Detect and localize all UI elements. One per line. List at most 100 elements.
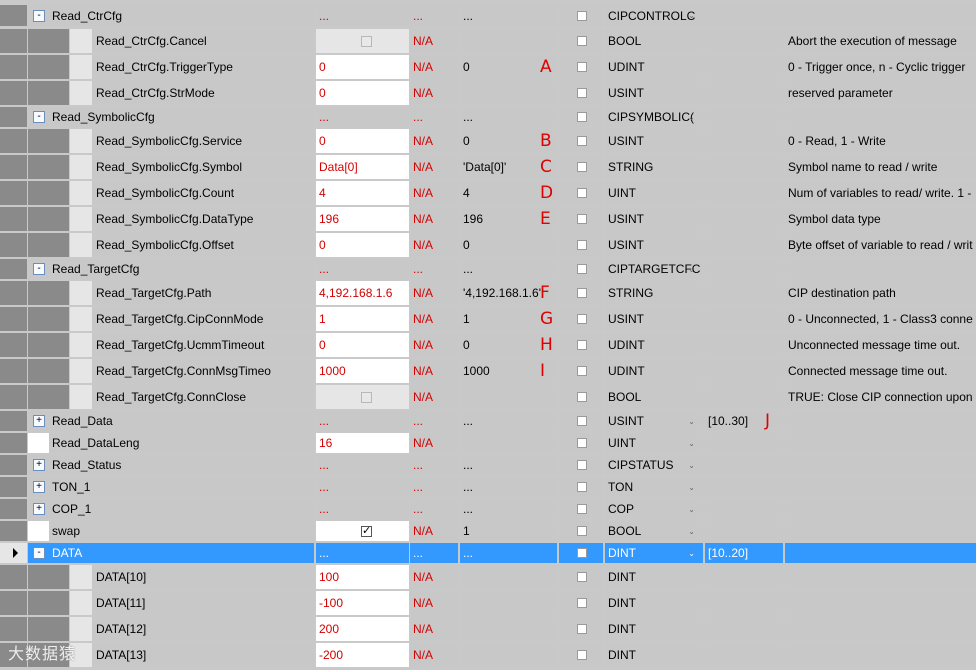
row-selector[interactable]: [0, 333, 27, 357]
row-selector[interactable]: [0, 55, 27, 79]
chevron-down-icon[interactable]: ⌄: [688, 265, 695, 274]
table-row[interactable]: Read_TargetCfg.UcmmTimeout 0 N/A 0 H UDINT Unc…: [0, 333, 976, 358]
datatype-cell[interactable]: USINT ⌄: [605, 411, 703, 431]
constant-cell[interactable]: [559, 55, 603, 79]
row-selector[interactable]: [0, 5, 27, 26]
value-cell[interactable]: -200: [316, 643, 409, 667]
dimension-cell[interactable]: [705, 499, 783, 519]
constant-cell[interactable]: [559, 643, 603, 667]
constant-cell[interactable]: [559, 565, 603, 589]
constant-checkbox[interactable]: [577, 136, 587, 146]
start-value-cell[interactable]: ...: [460, 5, 557, 26]
constant-cell[interactable]: [559, 333, 603, 357]
table-row[interactable]: Read_DataLeng 16 N/A UINT ⌄: [0, 433, 976, 454]
constant-checkbox[interactable]: [577, 162, 587, 172]
row-selector[interactable]: [0, 259, 27, 279]
row-selector[interactable]: [0, 359, 27, 383]
row-selector[interactable]: [0, 181, 27, 205]
table-row[interactable]: Read_SymbolicCfg.Count 4 N/A 4 D UINT Num of v…: [0, 181, 976, 206]
dimension-cell[interactable]: [705, 643, 783, 667]
datatype-cell[interactable]: BOOL: [605, 385, 703, 409]
expander-cell[interactable]: -: [28, 259, 49, 279]
description-cell[interactable]: [785, 543, 976, 563]
constant-checkbox[interactable]: [577, 314, 587, 324]
dimension-cell[interactable]: [705, 259, 783, 279]
dimension-cell[interactable]: [705, 521, 783, 541]
start-value-cell[interactable]: [460, 643, 557, 667]
dimension-cell[interactable]: [705, 107, 783, 127]
dimension-cell[interactable]: [705, 359, 783, 383]
description-cell[interactable]: [785, 455, 976, 475]
expander-cell[interactable]: +: [28, 411, 49, 431]
value-cell[interactable]: 16: [316, 433, 409, 453]
start-value-cell[interactable]: ...: [460, 259, 557, 279]
description-cell[interactable]: [785, 499, 976, 519]
expand-toggle-icon[interactable]: +: [33, 481, 45, 493]
table-row[interactable]: Read_SymbolicCfg.Offset 0 N/A 0 USINT Byte of…: [0, 233, 976, 258]
row-selector[interactable]: [0, 565, 27, 589]
datatype-cell[interactable]: STRING: [605, 155, 703, 179]
description-cell[interactable]: [785, 107, 976, 127]
dimension-cell[interactable]: [705, 81, 783, 105]
constant-cell[interactable]: [559, 307, 603, 331]
dimension-cell[interactable]: [705, 181, 783, 205]
datatype-cell[interactable]: USINT: [605, 129, 703, 153]
chevron-down-icon[interactable]: ⌄: [688, 527, 695, 536]
constant-checkbox[interactable]: [577, 392, 587, 402]
constant-checkbox[interactable]: [577, 572, 587, 582]
expand-toggle-icon[interactable]: -: [33, 547, 45, 559]
dimension-cell[interactable]: [705, 155, 783, 179]
chevron-down-icon[interactable]: ⌄: [688, 113, 695, 122]
constant-checkbox[interactable]: [577, 88, 587, 98]
start-value-cell[interactable]: [460, 565, 557, 589]
constant-checkbox[interactable]: [577, 240, 587, 250]
constant-cell[interactable]: [559, 617, 603, 641]
description-cell[interactable]: 0 - Trigger once, n - Cyclic trigger: [785, 55, 976, 79]
table-row[interactable]: Read_SymbolicCfg.Service 0 N/A 0 B USINT 0 - R…: [0, 129, 976, 154]
table-row[interactable]: Read_CtrCfg.Cancel N/A BOOL Abort the execu…: [0, 29, 976, 54]
constant-cell[interactable]: [559, 433, 603, 453]
datatype-cell[interactable]: BOOL: [605, 29, 703, 53]
start-value-cell[interactable]: 1: [460, 521, 557, 541]
value-cell[interactable]: 4,192.168.1.6: [316, 281, 409, 305]
datatype-cell[interactable]: DINT ⌄: [605, 543, 703, 563]
dimension-cell[interactable]: [705, 55, 783, 79]
value-cell[interactable]: ...: [316, 411, 409, 431]
dimension-cell[interactable]: [10..30] J: [705, 411, 783, 431]
table-row[interactable]: DATA[11] -100 N/A DINT: [0, 591, 976, 616]
row-selector[interactable]: [0, 155, 27, 179]
constant-cell[interactable]: [559, 591, 603, 615]
constant-checkbox[interactable]: [577, 36, 587, 46]
value-cell[interactable]: ...: [316, 5, 409, 26]
dimension-cell[interactable]: [705, 591, 783, 615]
description-cell[interactable]: [785, 591, 976, 615]
row-selector[interactable]: [0, 281, 27, 305]
dimension-cell[interactable]: [705, 307, 783, 331]
value-cell[interactable]: 0: [316, 333, 409, 357]
table-row[interactable]: Read_TargetCfg.ConnMsgTimeo 1000 N/A 1000 I U…: [0, 359, 976, 384]
dimension-cell[interactable]: [705, 129, 783, 153]
datatype-cell[interactable]: DINT: [605, 565, 703, 589]
constant-checkbox[interactable]: [577, 548, 587, 558]
datatype-cell[interactable]: DINT: [605, 591, 703, 615]
table-row[interactable]: Read_CtrCfg.TriggerType 0 N/A 0 A UDINT 0 - Tr…: [0, 55, 976, 80]
constant-cell[interactable]: [559, 385, 603, 409]
constant-checkbox[interactable]: [577, 366, 587, 376]
value-cell[interactable]: -100: [316, 591, 409, 615]
table-row[interactable]: + COP_1......... COP ⌄: [0, 499, 976, 520]
description-cell[interactable]: [785, 259, 976, 279]
row-selector[interactable]: [0, 617, 27, 641]
start-value-cell[interactable]: ...: [460, 477, 557, 497]
description-cell[interactable]: [785, 5, 976, 26]
table-row[interactable]: - Read_SymbolicCfg......... CIPSYMBOLIC(⌄: [0, 107, 976, 128]
row-selector[interactable]: [0, 411, 27, 431]
row-selector[interactable]: [0, 455, 27, 475]
value-cell[interactable]: ...: [316, 259, 409, 279]
expand-toggle-icon[interactable]: +: [33, 503, 45, 515]
row-selector[interactable]: [0, 307, 27, 331]
constant-checkbox[interactable]: [577, 340, 587, 350]
expand-toggle-icon[interactable]: +: [33, 459, 45, 471]
constant-cell[interactable]: [559, 281, 603, 305]
table-row[interactable]: Read_TargetCfg.Path 4,192.168.1.6 N/A '4,19…: [0, 281, 976, 306]
start-value-cell[interactable]: [460, 617, 557, 641]
